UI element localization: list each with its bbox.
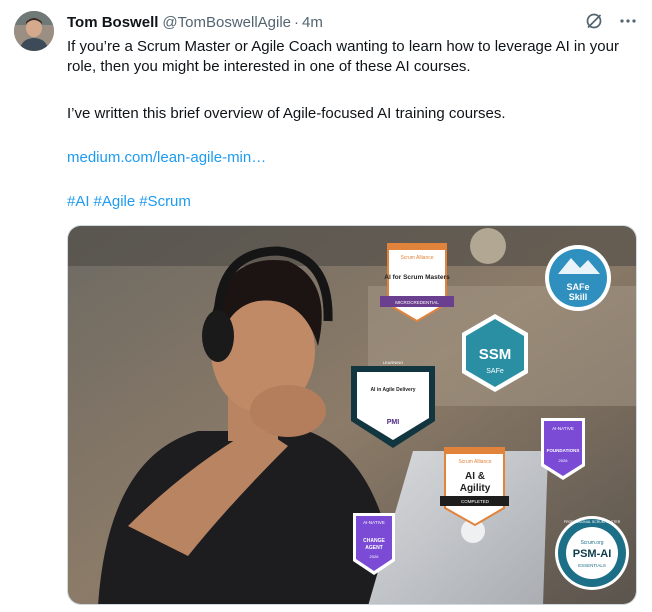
badge-brand: Scrum Alliance <box>400 255 433 261</box>
hashtag-scrum[interactable]: #Scrum <box>139 192 191 212</box>
badge-change-year: 2026 <box>370 554 380 559</box>
badge-psm-ai: Scrum.org PSM-AI ESSENTIALS PROFESSIONAL… <box>555 516 629 590</box>
more-icon[interactable] <box>618 11 638 36</box>
badge-foundations-title: FOUNDATIONS <box>547 448 580 453</box>
badge-ssm-title: SSM <box>479 346 512 363</box>
badge-title: AI for Scrum Masters <box>384 274 450 281</box>
badge-agility-brand: Scrum Alliance <box>458 459 491 465</box>
badge-ribbon: MICROCREDENTIAL <box>395 300 439 305</box>
badge-foundations-year: 2026 <box>559 458 569 463</box>
avatar[interactable] <box>14 11 54 51</box>
badge-agility-title1: AI & <box>465 471 485 482</box>
badge-ssm-sub: SAFe <box>486 368 504 375</box>
hashtag-agile[interactable]: #Agile <box>94 192 136 212</box>
badge-psm-title: PSM-AI <box>573 548 612 560</box>
badge-psm-ring: PROFESSIONAL SCRUM MASTER <box>564 520 621 524</box>
separator-dot: · <box>294 13 300 31</box>
badge-psm-sub: ESSENTIALS <box>578 563 606 568</box>
timestamp[interactable]: 4m <box>302 14 323 31</box>
badge-pmi-brand: PMI <box>387 419 400 426</box>
tweet-body: If you’re a Scrum Master or Agile Coach … <box>67 37 637 210</box>
hashtag-list: #AI #Agile #Scrum <box>67 192 191 212</box>
badge-agility-title2: Agility <box>460 483 491 494</box>
display-name[interactable]: Tom Boswell <box>67 14 158 31</box>
badge-pmi-top: LEARNING <box>383 360 403 365</box>
article-link[interactable]: medium.com/lean-agile-min… <box>67 148 266 168</box>
tweet-header: Tom Boswell @TomBoswellAgile · 4m <box>67 12 323 32</box>
badge-change-title2: AGENT <box>365 545 383 551</box>
badge-change-title1: CHANGE <box>363 538 385 544</box>
tweet-actions <box>584 11 638 36</box>
badge-safe-skill: SAFe Skill <box>545 245 611 311</box>
grok-icon[interactable] <box>584 11 604 36</box>
badge-agility-ribbon: COMPLETED <box>461 499 490 504</box>
tweet-text-paragraph-2: I’ve written this brief overview of Agil… <box>67 105 506 122</box>
hashtag-ai[interactable]: #AI <box>67 192 90 212</box>
tweet-text-paragraph-1: If you’re a Scrum Master or Agile Coach … <box>67 38 619 75</box>
badge-psm-brand: Scrum.org <box>580 540 603 546</box>
badge-foundations-top: AI-NATIVE <box>552 426 574 431</box>
user-handle[interactable]: @TomBoswellAgile <box>162 14 291 31</box>
badge-safe-line2: Skill <box>569 292 588 302</box>
badge-pmi-title: AI in Agile Delivery <box>370 387 415 393</box>
badge-safe-line1: SAFe <box>566 282 589 292</box>
tweet-media-image[interactable]: Scrum Alliance AI for Scrum Masters MICR… <box>67 225 637 605</box>
badge-change-top: AI-NATIVE <box>363 520 385 525</box>
